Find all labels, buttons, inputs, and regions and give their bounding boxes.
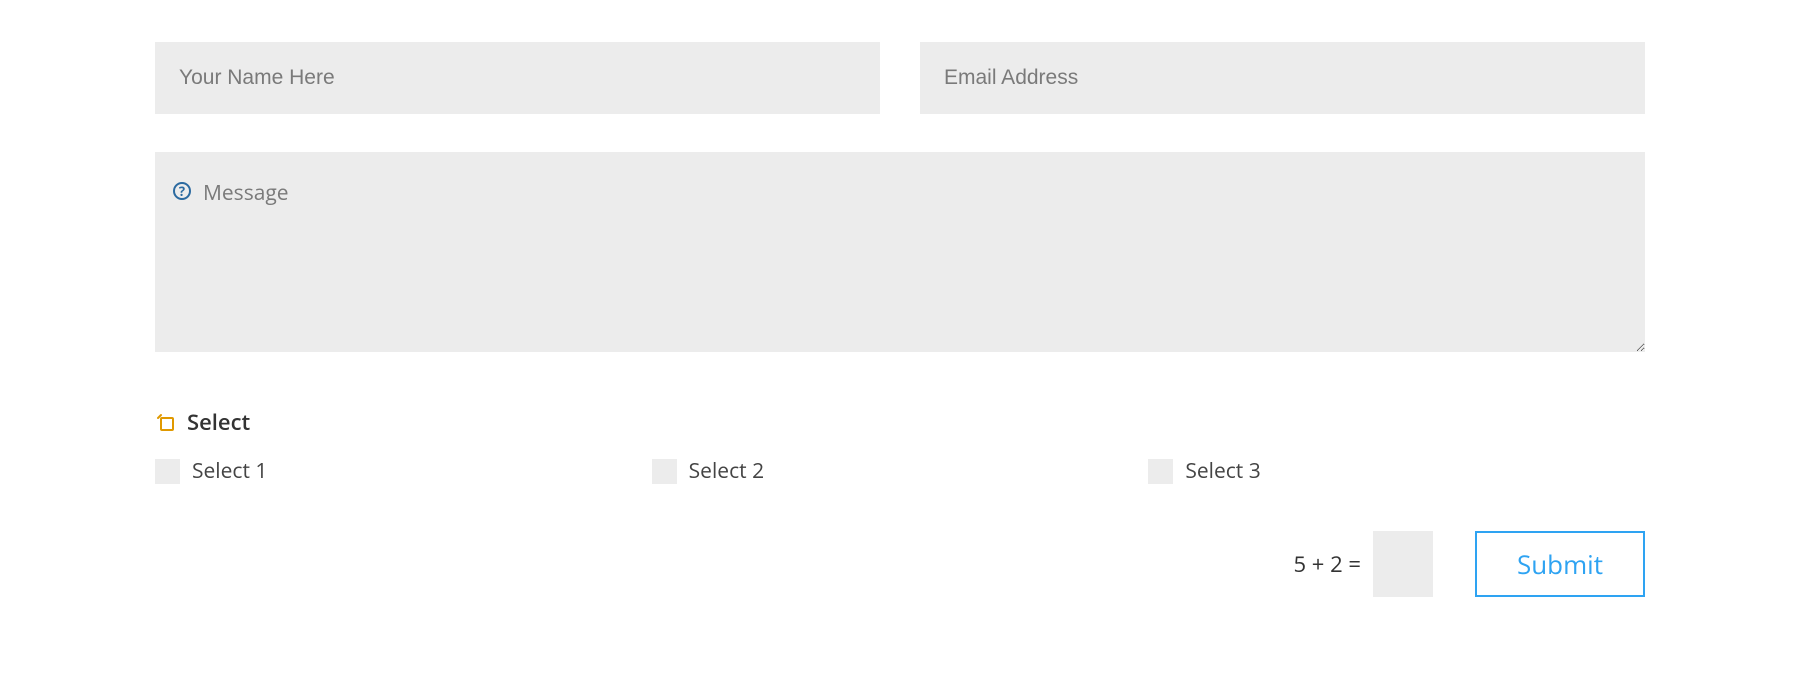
select-arrow-icon (155, 412, 175, 432)
message-field-wrap: ? (155, 152, 1645, 357)
captcha-question: 5 + 2 = (1294, 549, 1361, 579)
checkbox-2-label: Select 2 (689, 457, 764, 485)
select-header: Select (155, 407, 1645, 437)
select-title: Select (187, 407, 250, 437)
checkbox-1[interactable] (155, 459, 180, 484)
top-row (155, 42, 1645, 114)
form-footer-row: 5 + 2 = Submit (155, 531, 1645, 597)
message-textarea[interactable] (155, 152, 1645, 352)
help-icon[interactable]: ? (173, 182, 191, 200)
checkbox-3[interactable] (1148, 459, 1173, 484)
checkbox-2[interactable] (652, 459, 677, 484)
select-option-3[interactable]: Select 3 (1148, 457, 1645, 485)
email-input[interactable] (920, 42, 1645, 114)
captcha-input[interactable] (1373, 531, 1433, 597)
checkbox-3-label: Select 3 (1185, 457, 1260, 485)
captcha: 5 + 2 = (1294, 531, 1433, 597)
submit-button[interactable]: Submit (1475, 531, 1645, 597)
select-option-1[interactable]: Select 1 (155, 457, 652, 485)
checkbox-1-label: Select 1 (192, 457, 267, 485)
select-options-row: Select 1 Select 2 Select 3 (155, 457, 1645, 485)
select-section: Select Select 1 Select 2 Select 3 (155, 407, 1645, 485)
select-option-2[interactable]: Select 2 (652, 457, 1149, 485)
contact-form: ? Select Select 1 Select 2 (155, 42, 1645, 597)
name-input[interactable] (155, 42, 880, 114)
